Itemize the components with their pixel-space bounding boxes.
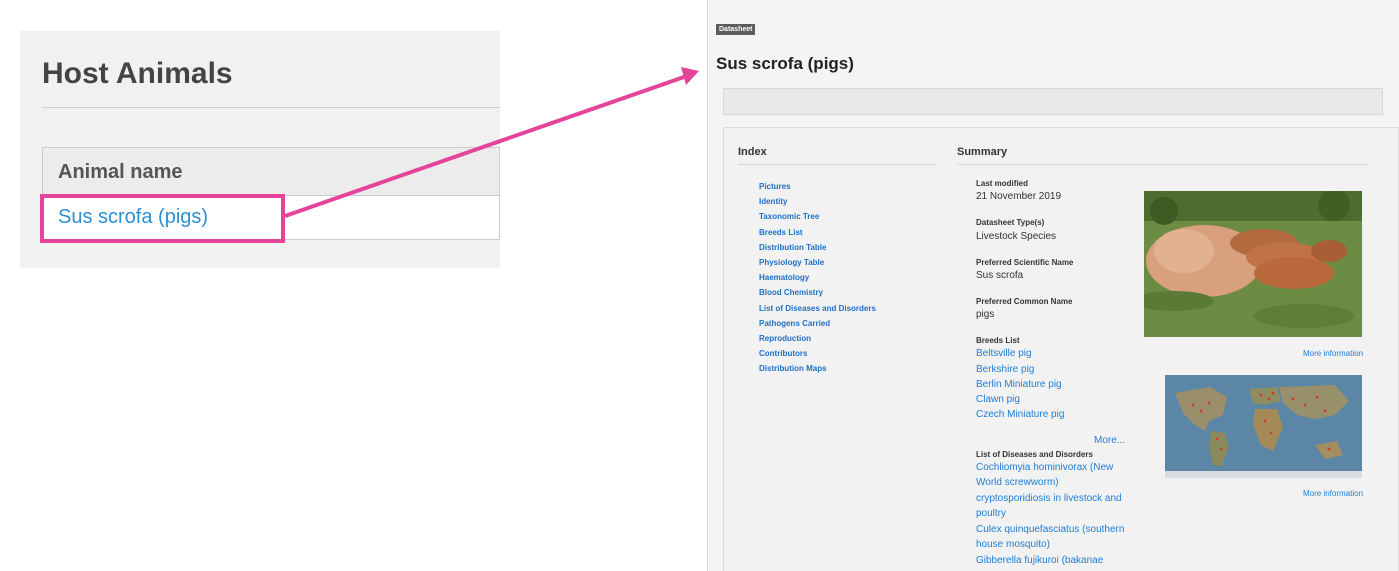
datasheet-type-value: Livestock Species [976,231,1057,242]
index-item-distribution-table[interactable]: Distribution Table [759,240,876,255]
index-item-identity[interactable]: Identity [759,194,876,209]
index-item-pictures[interactable]: Pictures [759,179,876,194]
index-list: Pictures Identity Taxonomic Tree Breeds … [759,179,876,376]
index-item-taxonomic-tree[interactable]: Taxonomic Tree [759,209,876,224]
datasheet-type-label: Datasheet Type(s) [976,218,1045,227]
distribution-map-image [1165,375,1362,478]
index-item-physiology-table[interactable]: Physiology Table [759,255,876,270]
disease-link[interactable]: cryptosporidiosis in livestock and [976,493,1122,504]
screenshot-canvas: Host Animals Animal name Sus scrofa (pig… [0,0,1399,571]
index-item-reproduction[interactable]: Reproduction [759,331,876,346]
index-item-diseases[interactable]: List of Diseases and Disorders [759,301,876,316]
pig-photo-image [1144,191,1362,337]
breed-link[interactable]: Clawn pig [976,394,1020,405]
index-divider [738,164,937,165]
index-heading: Index [738,146,767,158]
disease-link[interactable]: Gibberella fujikuroi (bakanae [976,555,1103,566]
index-item-distribution-maps[interactable]: Distribution Maps [759,361,876,376]
summary-heading: Summary [957,146,1008,158]
breeds-list-label: Breeds List [976,336,1020,345]
arrow-head-icon [681,67,699,85]
summary-divider [957,164,1369,165]
breed-link[interactable]: Berlin Miniature pig [976,379,1062,390]
breed-link[interactable]: Berkshire pig [976,364,1034,375]
datasheet-panel: Datasheet Sus scrofa (pigs) Index Pictur… [707,0,1399,571]
disease-link[interactable]: Culex quinquefasciatus (southern [976,524,1124,535]
breed-link[interactable]: Czech Miniature pig [976,409,1064,420]
breed-link[interactable]: Beltsville pig [976,348,1032,359]
distribution-map[interactable] [1165,375,1362,478]
index-item-haematology[interactable]: Haematology [759,270,876,285]
index-item-breeds-list[interactable]: Breeds List [759,225,876,240]
disease-link[interactable]: Cochliomyia hominivorax (New [976,462,1113,473]
last-modified-label: Last modified [976,179,1029,188]
last-modified-value: 21 November 2019 [976,191,1062,202]
common-name-value: pigs [976,309,995,320]
pig-photo-more-information-link[interactable]: More information [1303,349,1363,358]
scientific-name-label: Preferred Scientific Name [976,258,1074,267]
index-item-blood-chemistry[interactable]: Blood Chemistry [759,285,876,300]
datasheet-content: Index Pictures Identity Taxonomic Tree B… [723,127,1399,571]
disease-link[interactable]: house mosquito) [976,539,1050,550]
index-item-pathogens[interactable]: Pathogens Carried [759,316,876,331]
arrow-line [284,75,685,218]
datasheet-toolbar [723,88,1383,115]
datasheet-badge: Datasheet [716,24,756,35]
index-item-contributors[interactable]: Contributors [759,346,876,361]
scientific-name-value: Sus scrofa [976,270,1024,281]
pig-photo[interactable] [1144,191,1362,337]
disease-link[interactable]: World screwworm) [976,477,1059,488]
common-name-label: Preferred Common Name [976,297,1073,306]
disease-link[interactable]: poultry [976,508,1006,519]
map-more-information-link[interactable]: More information [1303,489,1363,498]
diseases-label: List of Diseases and Disorders [976,450,1093,459]
breeds-more-link[interactable]: More... [1094,435,1125,446]
datasheet-title: Sus scrofa (pigs) [716,54,854,73]
